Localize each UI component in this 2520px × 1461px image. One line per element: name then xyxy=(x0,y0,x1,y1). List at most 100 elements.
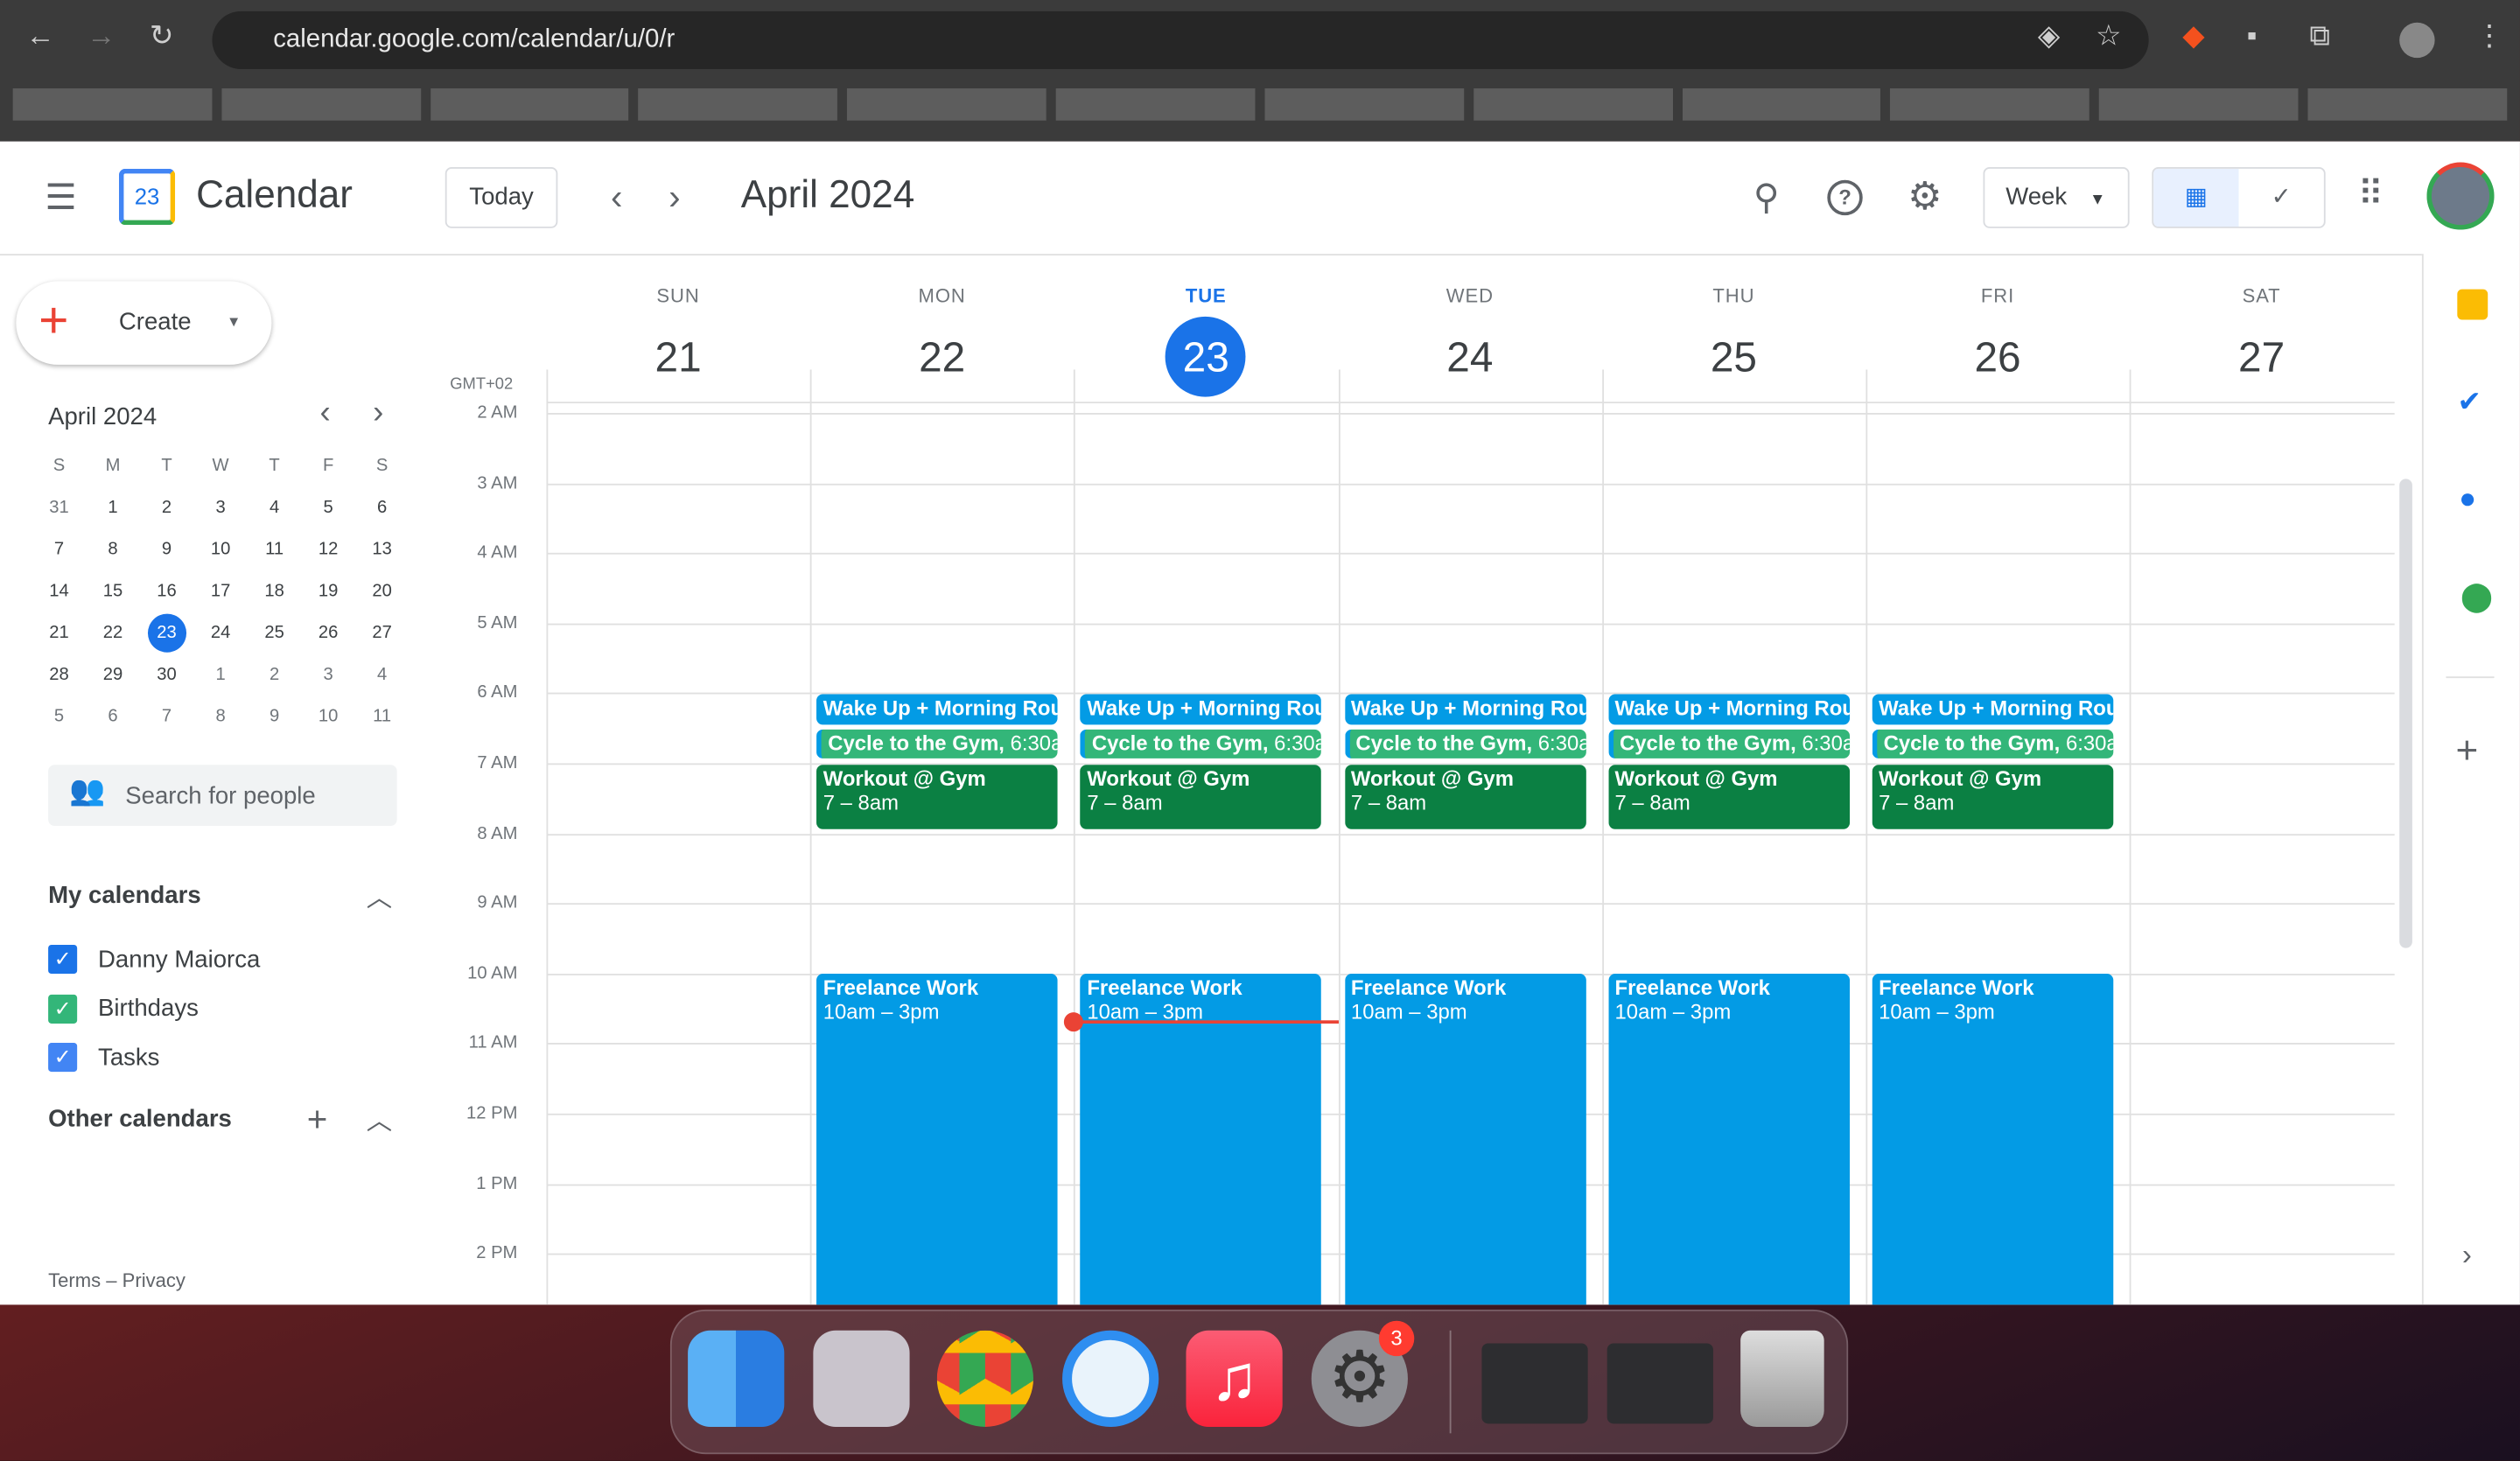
day-header[interactable]: FRI 26 xyxy=(1866,284,2129,397)
calendar-event[interactable]: Workout @ Gym 7 – 8am xyxy=(1872,765,2114,829)
mini-day[interactable]: 1 xyxy=(193,654,248,696)
calendar-event[interactable]: Freelance Work 10am – 3pm xyxy=(1344,974,1586,1305)
main-menu-icon[interactable]: ☰ xyxy=(45,177,76,219)
calendar-event[interactable]: Wake Up + Morning Routine xyxy=(1872,694,2114,725)
tasks-view-icon[interactable]: ✓ xyxy=(2239,169,2324,227)
calendar-event[interactable]: Wake Up + Morning Routine xyxy=(1080,694,1322,725)
calendar-event[interactable]: Wake Up + Morning Routine xyxy=(1608,694,1850,725)
privacy-link[interactable]: Privacy xyxy=(122,1269,186,1292)
mini-day[interactable]: 31 xyxy=(32,487,87,529)
day-number[interactable]: 26 xyxy=(1957,317,2038,397)
mini-day[interactable]: 19 xyxy=(301,570,355,612)
search-people-input[interactable]: 👥 Search for people xyxy=(48,765,397,827)
day-header[interactable]: THU 25 xyxy=(1602,284,1866,397)
account-avatar[interactable] xyxy=(2426,162,2495,230)
calendar-event[interactable]: Wake Up + Morning Routine xyxy=(1344,694,1586,725)
extension-icon[interactable]: ▪ xyxy=(2247,19,2258,53)
chevron-up-icon[interactable]: ︿ xyxy=(367,876,392,914)
minimized-window[interactable] xyxy=(1481,1343,1588,1424)
mini-day[interactable]: 25 xyxy=(248,612,302,654)
settings-gear-icon[interactable]: ⚙ xyxy=(1908,173,1942,220)
menu-kebab-icon[interactable]: ⋮ xyxy=(2475,19,2504,53)
checkbox-checked-icon[interactable]: ✓ xyxy=(48,993,78,1024)
minimized-window[interactable] xyxy=(1606,1343,1713,1424)
mini-day[interactable]: 29 xyxy=(86,654,140,696)
other-calendars-heading[interactable]: Other calendars xyxy=(48,1106,232,1133)
calendar-event[interactable]: Workout @ Gym 7 – 8am xyxy=(1080,765,1322,829)
checkbox-checked-icon[interactable]: ✓ xyxy=(48,944,78,975)
mini-day[interactable]: 10 xyxy=(301,696,355,737)
calendar-event[interactable]: Cycle to the Gym, 6:30am xyxy=(1344,729,1586,758)
mini-day[interactable]: 21 xyxy=(32,612,87,654)
mini-day[interactable]: 2 xyxy=(248,654,302,696)
bookmark-star-icon[interactable]: ☆ xyxy=(2096,19,2122,53)
mini-day[interactable]: 11 xyxy=(248,528,302,570)
mini-day[interactable]: 6 xyxy=(86,696,140,737)
calendar-event[interactable]: Workout @ Gym 7 – 8am xyxy=(1344,765,1586,829)
calendar-event[interactable]: Freelance Work 10am – 3pm xyxy=(816,974,1058,1305)
day-number[interactable]: 21 xyxy=(638,317,718,397)
previous-week-icon[interactable]: ‹ xyxy=(611,177,622,219)
calendar-event[interactable]: Cycle to the Gym, 6:30am xyxy=(1080,729,1322,758)
mini-day[interactable]: 7 xyxy=(140,696,194,737)
day-number[interactable]: 24 xyxy=(1430,317,1510,397)
extensions-puzzle-icon[interactable]: ⧉ xyxy=(2309,19,2330,53)
add-calendar-icon[interactable]: + xyxy=(307,1099,328,1141)
mini-day[interactable]: 4 xyxy=(248,487,302,529)
mini-next-icon[interactable]: › xyxy=(373,395,383,432)
profile-avatar[interactable] xyxy=(2399,22,2435,59)
mini-day[interactable]: 8 xyxy=(86,528,140,570)
calendar-item[interactable]: ✓ Birthdays xyxy=(48,993,199,1024)
calendar-event[interactable]: Wake Up + Morning Routine xyxy=(816,694,1058,725)
calendar-event[interactable]: Freelance Work 10am – 3pm xyxy=(1872,974,2114,1305)
mini-day[interactable]: 9 xyxy=(248,696,302,737)
day-number[interactable]: 27 xyxy=(2222,317,2302,397)
mini-day[interactable]: 11 xyxy=(355,696,410,737)
day-number[interactable]: 25 xyxy=(1694,317,1774,397)
apps-grid-icon[interactable]: ⠿ xyxy=(2357,173,2384,215)
mini-day[interactable]: 4 xyxy=(355,654,410,696)
mini-day[interactable]: 14 xyxy=(32,570,87,612)
mini-day[interactable]: 26 xyxy=(301,612,355,654)
safari-icon[interactable] xyxy=(1062,1330,1159,1427)
mini-day[interactable]: 16 xyxy=(140,570,194,612)
day-header[interactable]: WED 24 xyxy=(1338,284,1601,397)
create-button[interactable]: + Create ▼ xyxy=(16,281,272,365)
calendar-event[interactable]: Freelance Work 10am – 3pm xyxy=(1608,974,1850,1305)
mini-day[interactable]: 22 xyxy=(86,612,140,654)
day-header[interactable]: SAT 27 xyxy=(2130,284,2393,397)
search-icon[interactable]: ⚲ xyxy=(1754,177,1780,219)
day-header[interactable]: SUN 21 xyxy=(546,284,809,397)
mini-day[interactable]: 27 xyxy=(355,612,410,654)
mini-day[interactable]: 5 xyxy=(301,487,355,529)
launchpad-icon[interactable] xyxy=(813,1330,910,1427)
view-select[interactable]: Week ▼ xyxy=(1983,167,2130,228)
calendar-view-icon[interactable]: ▦ xyxy=(2153,168,2239,227)
help-icon[interactable]: ? xyxy=(1827,179,1863,216)
trash-icon[interactable] xyxy=(1740,1330,1824,1427)
calendar-event[interactable]: Workout @ Gym 7 – 8am xyxy=(1608,765,1850,829)
mini-day[interactable]: 24 xyxy=(193,612,248,654)
back-icon[interactable]: ← xyxy=(25,19,54,53)
mini-day[interactable]: 8 xyxy=(193,696,248,737)
day-number[interactable]: 23 xyxy=(1166,316,1247,397)
calendar-event[interactable]: Cycle to the Gym, 6:30am xyxy=(1872,729,2114,758)
mini-day[interactable]: 5 xyxy=(32,696,87,737)
mini-day[interactable]: 28 xyxy=(32,654,87,696)
address-bar[interactable]: calendar.google.com/calendar/u/0/r xyxy=(212,10,2149,69)
tasks-icon[interactable]: ✔ xyxy=(2457,386,2482,420)
scrollbar[interactable] xyxy=(2399,479,2412,948)
extension-icon[interactable]: ◆ xyxy=(2182,19,2204,53)
keep-icon[interactable] xyxy=(2457,289,2488,320)
mini-day[interactable]: 23 xyxy=(140,612,194,654)
mini-day[interactable]: 20 xyxy=(355,570,410,612)
mini-day[interactable]: 15 xyxy=(86,570,140,612)
forward-icon[interactable]: → xyxy=(87,19,116,53)
contacts-icon[interactable]: ● xyxy=(2459,482,2476,516)
expand-panel-icon[interactable]: › xyxy=(2462,1239,2472,1273)
mini-day[interactable]: 2 xyxy=(140,487,194,529)
finder-icon[interactable] xyxy=(688,1330,785,1427)
mini-day[interactable]: 30 xyxy=(140,654,194,696)
mini-day[interactable]: 6 xyxy=(355,487,410,529)
chevron-up-icon[interactable]: ︿ xyxy=(367,1099,392,1137)
